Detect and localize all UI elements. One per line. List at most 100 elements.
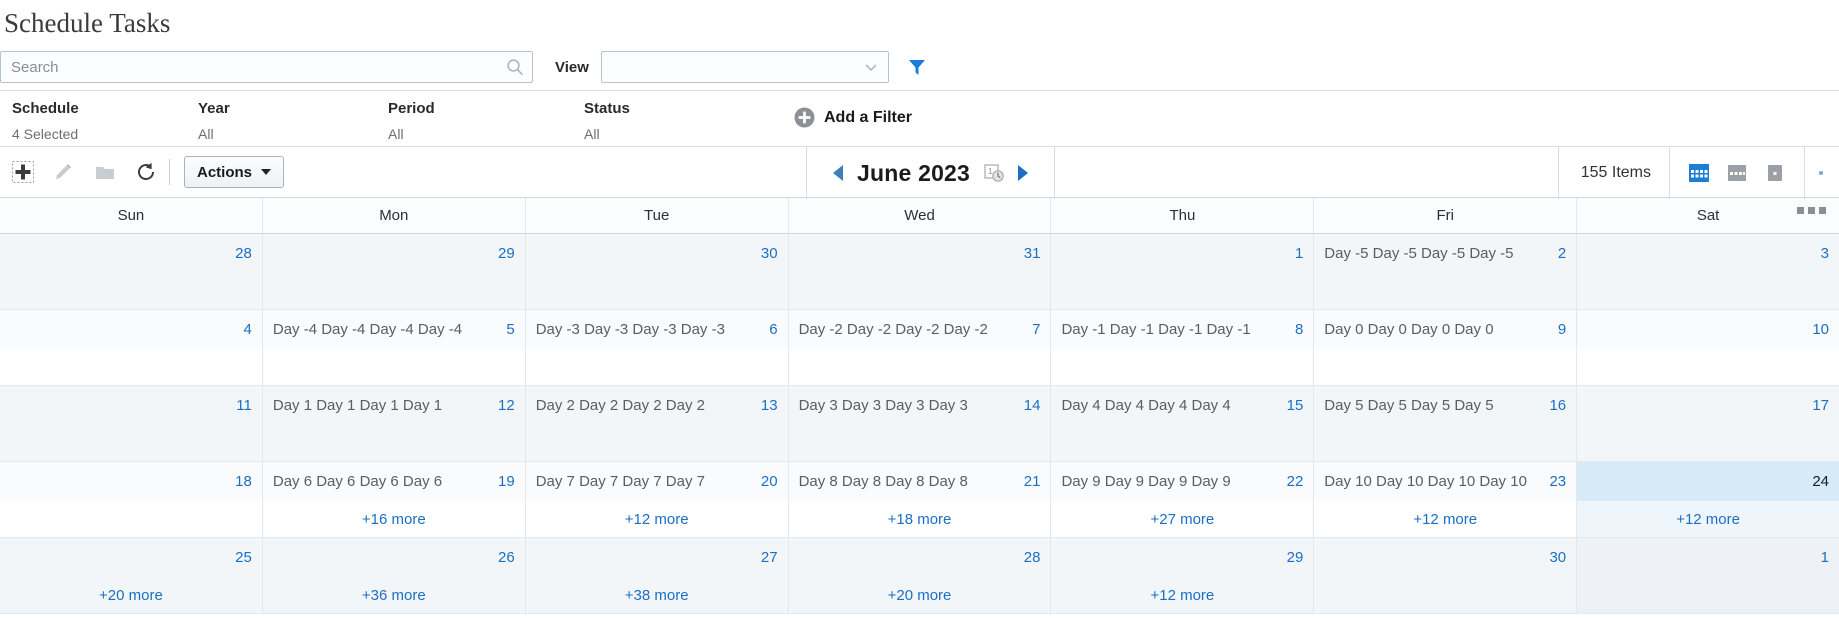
search-input[interactable] <box>1 52 532 82</box>
calendar-day-cell[interactable]: 17 <box>1577 386 1839 462</box>
calendar-event-text[interactable]: Day -1 Day -1 Day -1 Day -1 <box>1061 321 1289 338</box>
calendar-day-cell[interactable]: 3 <box>1577 234 1839 310</box>
calendar-day-number[interactable]: 18 <box>229 473 252 490</box>
calendar-event-text[interactable]: Day 8 Day 8 Day 8 Day 8 <box>799 473 1018 490</box>
calendar-day-number[interactable]: 3 <box>1815 245 1829 262</box>
add-icon[interactable] <box>12 161 34 183</box>
calendar-day-number[interactable]: 15 <box>1281 397 1304 414</box>
calendar-day-number[interactable]: 22 <box>1281 473 1304 490</box>
calendar-event-text[interactable]: Day 5 Day 5 Day 5 Day 5 <box>1324 397 1543 414</box>
calendar-day-cell[interactable]: 29 +12 more <box>1051 538 1315 614</box>
calendar-day-number[interactable]: 7 <box>1026 321 1040 338</box>
more-events-link[interactable]: +12 more <box>625 511 689 528</box>
calendar-day-number[interactable]: 29 <box>1281 549 1304 566</box>
edit-icon[interactable] <box>53 161 75 183</box>
calendar-day-number[interactable]: 5 <box>500 321 514 338</box>
filter-year-value[interactable]: All <box>198 123 388 145</box>
calendar-day-cell[interactable]: Day 9 Day 9 Day 9 Day 9 22 +27 more <box>1051 462 1315 538</box>
filter-schedule[interactable]: Schedule 4 Selected <box>0 99 198 145</box>
calendar-day-number[interactable]: 6 <box>763 321 777 338</box>
calendar-day-cell[interactable]: 1 <box>1577 538 1839 614</box>
calendar-day-cell[interactable]: 30 <box>525 234 789 310</box>
calendar-day-number[interactable]: 31 <box>1018 245 1041 262</box>
calendar-day-number[interactable]: 17 <box>1806 397 1829 414</box>
filter-status-value[interactable]: All <box>584 123 780 145</box>
calendar-day-cell[interactable]: 27 +38 more <box>525 538 789 614</box>
calendar-day-cell[interactable]: Day -2 Day -2 Day -2 Day -2 7 <box>788 310 1052 386</box>
calendar-event-text[interactable]: Day -2 Day -2 Day -2 Day -2 <box>799 321 1027 338</box>
calendar-day-number[interactable]: 13 <box>755 397 778 414</box>
calendar-event-text[interactable]: Day -5 Day -5 Day -5 Day -5 <box>1324 245 1552 262</box>
more-events-link[interactable]: +20 more <box>99 587 163 604</box>
calendar-day-number[interactable]: 1 <box>1815 549 1829 566</box>
calendar-day-number[interactable]: 12 <box>492 397 515 414</box>
calendar-day-cell[interactable]: 31 <box>788 234 1052 310</box>
more-events-link[interactable]: +36 more <box>362 587 426 604</box>
more-events-link[interactable]: +12 more <box>1150 587 1214 604</box>
ellipsis-icon[interactable] <box>1797 207 1826 214</box>
search-icon[interactable] <box>506 58 524 76</box>
calendar-day-number[interactable]: 24 <box>1806 473 1829 490</box>
filter-period-value[interactable]: All <box>388 123 584 145</box>
view-select[interactable] <box>600 51 889 83</box>
more-events-link[interactable]: +12 more <box>1413 511 1477 528</box>
calendar-day-cell[interactable]: Day -1 Day -1 Day -1 Day -1 8 <box>1051 310 1315 386</box>
calendar-day-cell[interactable]: 11 <box>0 386 263 462</box>
more-events-link[interactable]: +12 more <box>1676 511 1740 528</box>
calendar-day-cell[interactable]: Day -5 Day -5 Day -5 Day -5 2 <box>1314 234 1578 310</box>
calendar-event-text[interactable]: Day 1 Day 1 Day 1 Day 1 <box>273 397 492 414</box>
search-box[interactable] <box>0 51 533 83</box>
calendar-day-cell[interactable]: Day 8 Day 8 Day 8 Day 8 21 +18 more <box>788 462 1052 538</box>
calendar-day-cell[interactable]: Day 0 Day 0 Day 0 Day 09 <box>1314 310 1578 386</box>
calendar-day-cell[interactable]: Day 10 Day 10 Day 10 Day 10 23 +12 more <box>1314 462 1578 538</box>
calendar-day-cell[interactable]: Day 4 Day 4 Day 4 Day 4 15 <box>1051 386 1315 462</box>
actions-button[interactable]: Actions <box>184 156 285 188</box>
calendar-day-number[interactable]: 4 <box>238 321 252 338</box>
filter-period[interactable]: Period All <box>388 99 584 145</box>
calendar-day-cell[interactable]: 28 <box>0 234 263 310</box>
calendar-day-cell[interactable]: Day -4 Day -4 Day -4 Day -4 5 <box>262 310 526 386</box>
calendar-day-number[interactable]: 26 <box>492 549 515 566</box>
calendar-event-text[interactable]: Day 10 Day 10 Day 10 Day 10 <box>1324 473 1543 490</box>
calendar-event-text[interactable]: Day -3 Day -3 Day -3 Day -3 <box>536 321 764 338</box>
calendar-event-text[interactable]: Day 2 Day 2 Day 2 Day 2 <box>536 397 755 414</box>
filter-funnel-icon[interactable] <box>905 55 929 79</box>
more-events-link[interactable]: +27 more <box>1150 511 1214 528</box>
filter-year[interactable]: Year All <box>198 99 388 145</box>
calendar-day-cell[interactable]: 4 <box>0 310 263 386</box>
calendar-day-number[interactable]: 20 <box>755 473 778 490</box>
calendar-day-cell[interactable]: 10 <box>1577 310 1839 386</box>
month-view-icon[interactable] <box>1688 162 1710 184</box>
more-events-link[interactable]: +38 more <box>625 587 689 604</box>
calendar-day-number[interactable]: 8 <box>1289 321 1303 338</box>
calendar-day-number[interactable]: 21 <box>1018 473 1041 490</box>
calendar-day-cell[interactable]: 29 <box>262 234 526 310</box>
calendar-day-number[interactable]: 14 <box>1018 397 1041 414</box>
refresh-icon[interactable] <box>135 161 157 183</box>
more-events-link[interactable]: +20 more <box>888 587 952 604</box>
calendar-day-number[interactable]: 29 <box>492 245 515 262</box>
calendar-day-number[interactable]: 1 <box>1289 245 1303 262</box>
calendar-event-text[interactable]: Day 4 Day 4 Day 4 Day 4 <box>1061 397 1280 414</box>
calendar-day-cell[interactable]: 25 +20 more <box>0 538 263 614</box>
more-events-link[interactable]: +16 more <box>362 511 426 528</box>
calendar-day-number[interactable]: 27 <box>755 549 778 566</box>
calendar-day-number[interactable]: 28 <box>1018 549 1041 566</box>
calendar-day-number[interactable]: 9 <box>1552 321 1566 338</box>
filter-status[interactable]: Status All <box>584 99 780 145</box>
calendar-day-number[interactable]: 16 <box>1543 397 1566 414</box>
calendar-day-cell[interactable]: 28 +20 more <box>788 538 1052 614</box>
week-view-icon[interactable] <box>1726 162 1748 184</box>
calendar-event-text[interactable]: Day 7 Day 7 Day 7 Day 7 <box>536 473 755 490</box>
prev-month-button[interactable] <box>833 165 843 181</box>
calendar-day-cell[interactable]: 30 <box>1314 538 1578 614</box>
add-filter-button[interactable]: Add a Filter <box>794 107 912 128</box>
calendar-event-text[interactable]: Day 9 Day 9 Day 9 Day 9 <box>1061 473 1280 490</box>
calendar-day-number[interactable]: 10 <box>1806 321 1829 338</box>
calendar-day-number[interactable]: 30 <box>755 245 778 262</box>
filter-schedule-value[interactable]: 4 Selected <box>12 123 198 145</box>
calendar-day-cell[interactable]: Day 7 Day 7 Day 7 Day 7 20 +12 more <box>525 462 789 538</box>
calendar-event-text[interactable]: Day 6 Day 6 Day 6 Day 6 <box>273 473 492 490</box>
calendar-day-cell[interactable]: Day 1 Day 1 Day 1 Day 1 12 <box>262 386 526 462</box>
calendar-day-number[interactable]: 19 <box>492 473 515 490</box>
